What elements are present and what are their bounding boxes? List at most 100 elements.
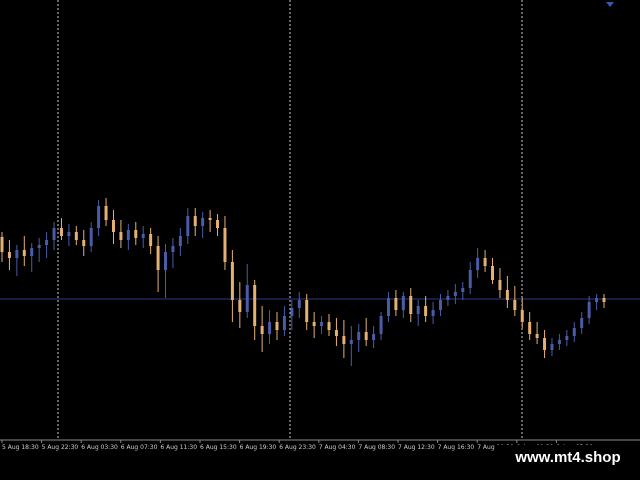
candle-body — [275, 322, 279, 330]
candle-body — [491, 266, 495, 280]
candle-body — [156, 246, 160, 270]
candle-body — [305, 300, 309, 322]
candle-body — [37, 245, 41, 248]
candle-body — [193, 216, 197, 226]
time-tick-label: 7 Aug 12:30 — [398, 444, 435, 451]
candle-body — [164, 252, 168, 270]
time-tick-label: 6 Aug 23:30 — [279, 444, 316, 451]
candle-body — [401, 296, 405, 310]
candle-body — [216, 220, 220, 228]
candle-body — [364, 332, 368, 340]
candle-body — [357, 332, 361, 340]
candle-body — [550, 344, 554, 350]
candle-body — [297, 300, 301, 308]
candle-body — [565, 336, 569, 340]
time-tick-label: 7 Aug 04:30 — [319, 444, 356, 451]
candle-body — [520, 310, 524, 322]
time-tick-label: 5 Aug 22:30 — [42, 444, 79, 451]
candle-body — [268, 322, 272, 334]
time-tick-label: 6 Aug 03:30 — [81, 444, 118, 451]
candle-body — [476, 258, 480, 270]
candle-body — [171, 246, 175, 252]
watermark: www.mt4.shop — [496, 445, 640, 470]
candle-body — [104, 206, 108, 220]
candle-body — [416, 306, 420, 314]
candle-body — [386, 298, 390, 316]
candle-body — [245, 285, 249, 312]
candle-body — [372, 334, 376, 340]
grid-layer — [57, 0, 523, 439]
candle-body — [178, 236, 182, 246]
candle-body — [201, 218, 205, 226]
time-tick-label: 6 Aug 11:30 — [160, 444, 197, 451]
candle-body — [111, 220, 115, 232]
candle-layer — [0, 198, 606, 366]
candle-body — [438, 300, 442, 310]
candle-body — [334, 330, 338, 336]
chart-shift-marker-icon[interactable] — [606, 2, 614, 7]
candle-body — [67, 232, 71, 236]
candle-body — [349, 340, 353, 344]
time-tick-label: 7 Aug 08:30 — [358, 444, 395, 451]
candle-body — [483, 258, 487, 266]
candle-body — [223, 228, 227, 262]
candle-body — [461, 288, 465, 292]
candle-body — [587, 302, 591, 318]
candle-body — [535, 334, 539, 338]
time-tick-label: 6 Aug 15:30 — [200, 444, 237, 451]
candle-body — [230, 262, 234, 300]
candle-body — [498, 280, 502, 290]
candle-body — [580, 318, 584, 328]
candle-body — [253, 285, 257, 326]
candle-body — [572, 328, 576, 336]
candle-body — [134, 230, 138, 238]
candle-body — [543, 338, 547, 350]
candle-body — [320, 322, 324, 326]
candle-body — [30, 248, 34, 256]
candle-body — [82, 240, 86, 246]
candle-body — [513, 300, 517, 310]
candle-body — [7, 252, 11, 258]
candle-body — [290, 308, 294, 316]
candle-body — [342, 336, 346, 344]
candle-body — [602, 298, 606, 302]
candle-body — [312, 322, 316, 326]
chart-window[interactable]: 5 Aug 18:30 5 Aug 22:30 6 Aug 03:30 6 Aug 0… — [0, 0, 640, 480]
candle-body — [394, 298, 398, 310]
price-chart[interactable]: 5 Aug 18:30 5 Aug 22:30 6 Aug 03:30 6 Aug 0… — [0, 0, 640, 480]
candle-body — [327, 322, 331, 330]
candle-body — [97, 206, 101, 228]
candle-body — [186, 216, 190, 236]
candle-body — [505, 290, 509, 300]
time-tick-label: 5 Aug 18:30 — [2, 444, 39, 451]
candle-body — [446, 296, 450, 300]
candle-body — [89, 228, 93, 246]
candle-body — [126, 230, 130, 240]
candle-body — [409, 296, 413, 314]
candle-body — [0, 237, 4, 252]
candle-body — [595, 298, 599, 302]
candle-body — [74, 232, 78, 240]
candle-body — [238, 300, 242, 312]
candle-body — [208, 218, 212, 220]
candle-body — [379, 316, 383, 334]
time-tick-label: 6 Aug 19:30 — [240, 444, 277, 451]
candle-body — [453, 292, 457, 296]
candle-body — [15, 250, 19, 258]
candle-body — [59, 228, 63, 236]
candle-body — [45, 240, 49, 245]
candle-body — [557, 340, 561, 344]
candle-body — [528, 322, 532, 334]
candle-body — [424, 306, 428, 316]
candle-body — [282, 316, 286, 330]
candle-body — [468, 270, 472, 288]
candle-body — [119, 232, 123, 240]
candle-body — [52, 228, 56, 240]
candle-body — [22, 250, 26, 256]
time-tick-label: 6 Aug 07:30 — [121, 444, 158, 451]
candle-body — [260, 326, 264, 334]
time-tick-label: 7 Aug 16:30 — [438, 444, 475, 451]
candle-body — [149, 234, 153, 246]
candle-body — [141, 234, 145, 238]
candle-body — [431, 310, 435, 316]
